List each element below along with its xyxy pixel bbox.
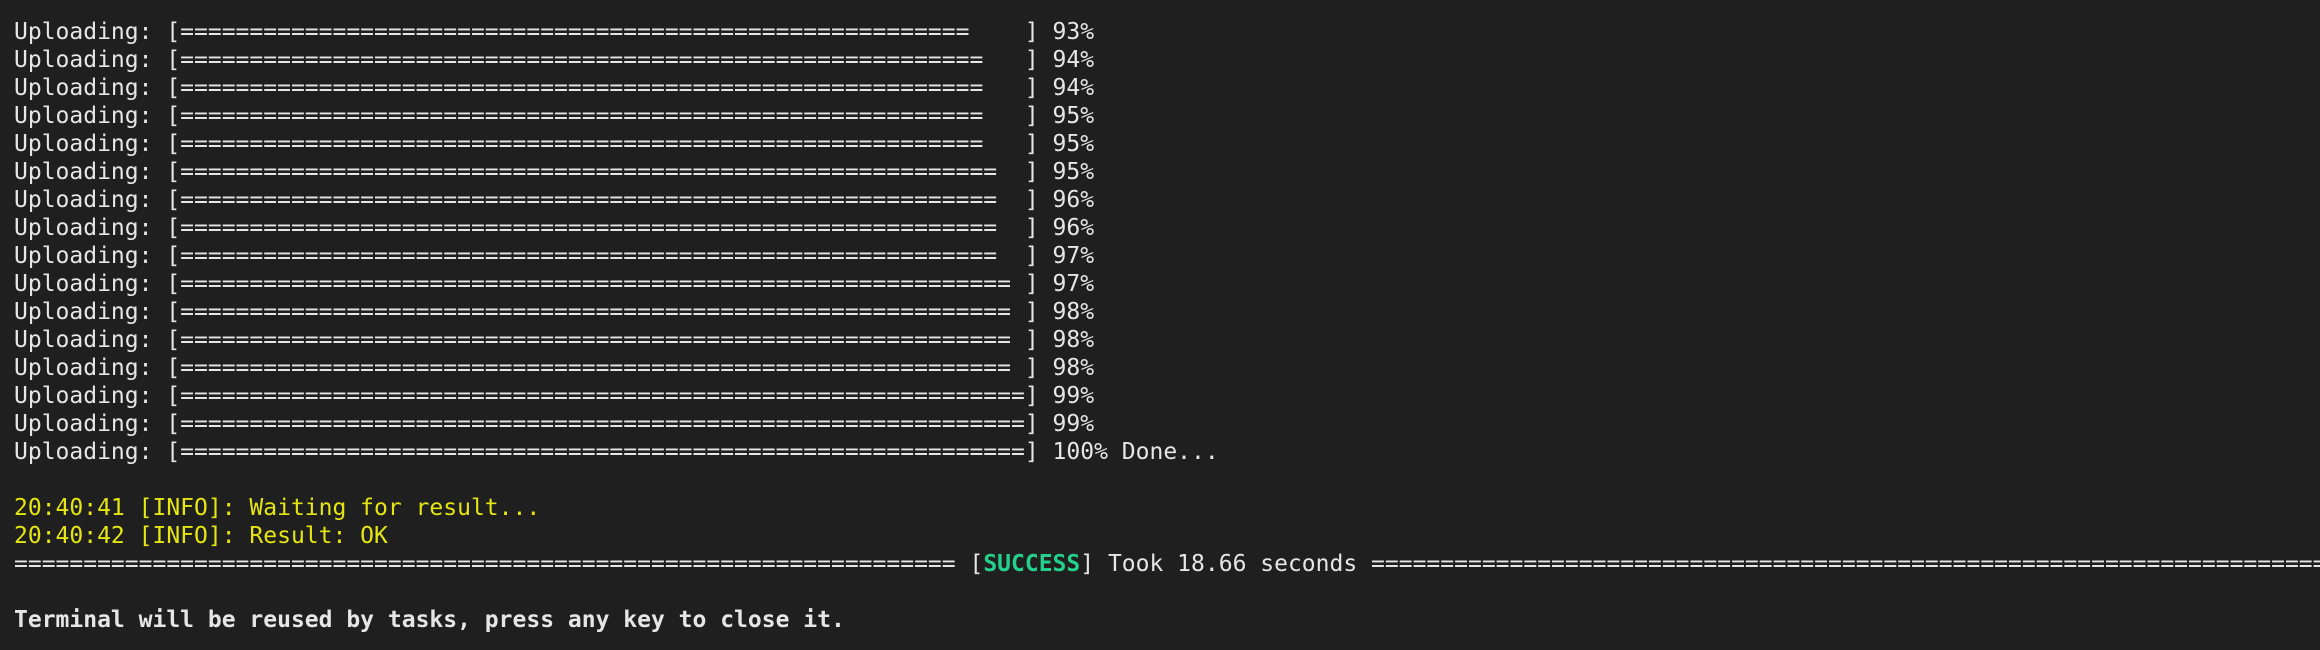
upload-line: Uploading: [============================… [14, 159, 1095, 185]
upload-line: Uploading: [============================… [14, 187, 1095, 213]
upload-line: Uploading: [============================… [14, 411, 1095, 437]
task-summary-line: ========================================… [14, 550, 2320, 578]
info-log-line: 20:40:42 [INFO]: Result: OK [14, 523, 388, 549]
success-status: SUCCESS [983, 551, 1081, 577]
summary-left-rule: ========================================… [14, 551, 984, 577]
upload-line: Uploading: [============================… [14, 19, 1095, 45]
upload-line: Uploading: [============================… [14, 75, 1095, 101]
terminal-output: Uploading: [============================… [0, 0, 2320, 650]
summary-right-rule: ========================================… [1371, 551, 2320, 577]
upload-line: Uploading: [============================… [14, 103, 1095, 129]
upload-line: Uploading: [============================… [14, 299, 1095, 325]
summary-duration: ] Took 18.66 seconds [1080, 551, 1372, 577]
upload-line: Uploading: [============================… [14, 131, 1095, 157]
upload-line: Uploading: [============================… [14, 271, 1095, 297]
upload-line: Uploading: [============================… [14, 327, 1095, 353]
upload-line: Uploading: [============================… [14, 383, 1095, 409]
upload-line: Uploading: [============================… [14, 243, 1095, 269]
terminal-footer-message: Terminal will be reused by tasks, press … [14, 607, 845, 633]
upload-progress-log: Uploading: [============================… [14, 18, 2320, 466]
upload-line: Uploading: [============================… [14, 215, 1095, 241]
upload-line: Uploading: [============================… [14, 47, 1095, 73]
info-log-line: 20:40:41 [INFO]: Waiting for result... [14, 495, 541, 521]
upload-line: Uploading: [============================… [14, 439, 1219, 465]
upload-line: Uploading: [============================… [14, 355, 1095, 381]
